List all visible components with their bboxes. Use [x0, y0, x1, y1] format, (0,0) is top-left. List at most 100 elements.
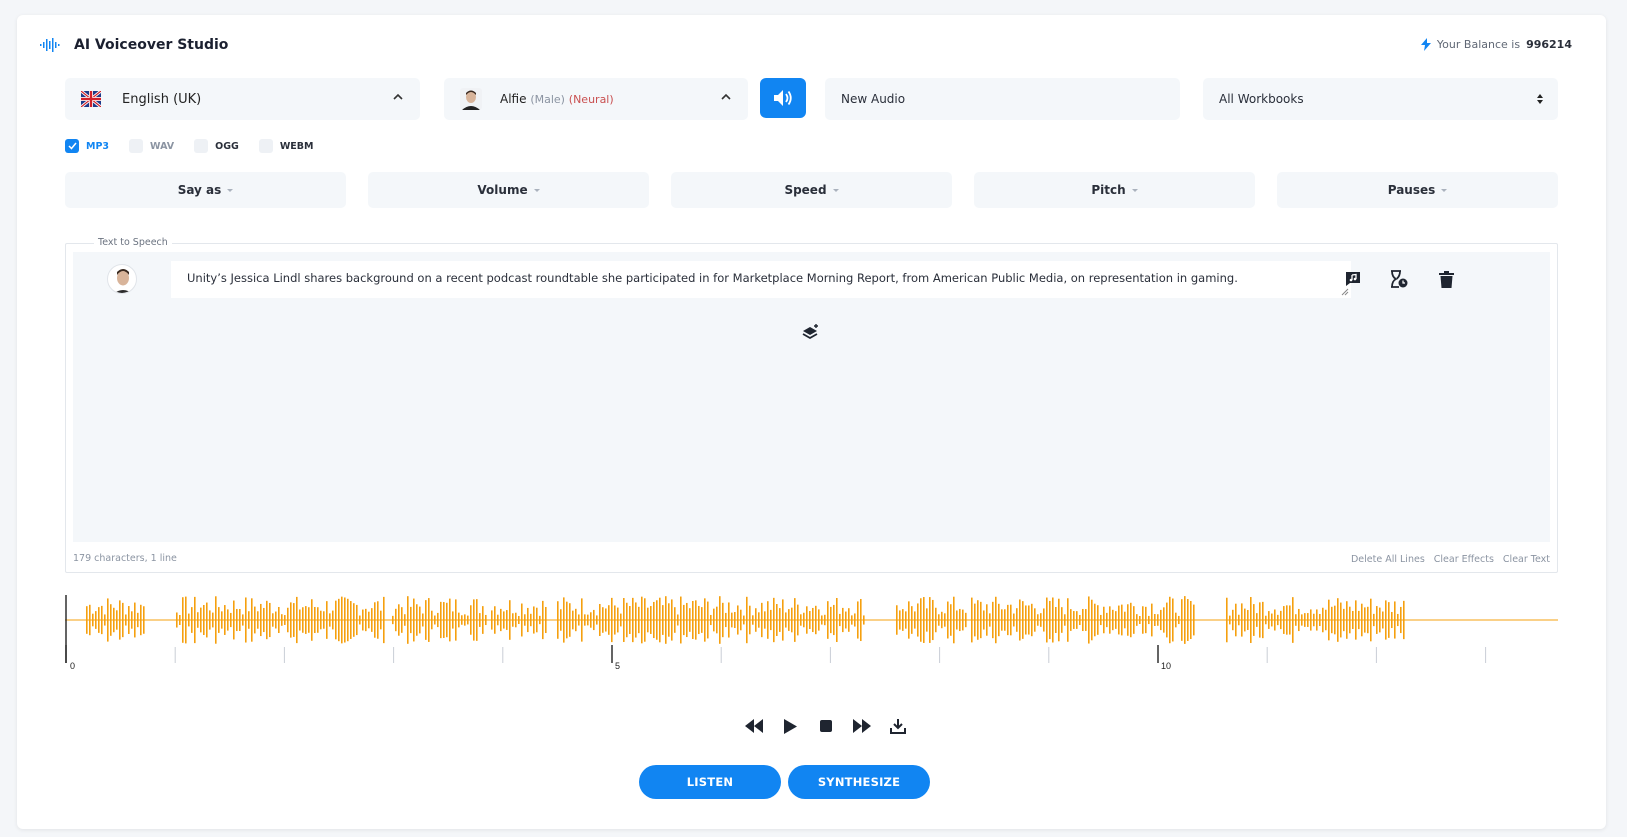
waveform-bar — [1286, 605, 1288, 635]
sound-effect-button[interactable] — [1343, 269, 1363, 289]
waveform-bar — [1358, 610, 1360, 630]
synthesize-button[interactable]: SYNTHESIZE — [788, 765, 930, 799]
voice-avatar — [460, 88, 482, 110]
download-button[interactable] — [887, 715, 909, 737]
waveform-bar — [626, 602, 628, 638]
format-label: OGG — [215, 140, 239, 152]
waveform-bar — [842, 607, 844, 633]
stop-button[interactable] — [815, 715, 837, 737]
caret-down-icon — [1441, 188, 1448, 192]
waveform-bar — [341, 596, 343, 644]
balance-label: Your Balance is — [1436, 38, 1521, 51]
effect-label: Volume — [477, 183, 528, 197]
rewind-button[interactable] — [743, 715, 765, 737]
format-mp3[interactable]: MP3 — [65, 139, 109, 153]
waveform-bar — [206, 602, 208, 638]
waveform-bar — [1187, 599, 1189, 641]
voice-select[interactable]: Alfie (Male) (Neural) — [444, 78, 748, 120]
line-text-input[interactable]: Unity’s Jessica Lindl shares background … — [171, 261, 1351, 298]
waveform-bar — [362, 609, 364, 631]
app-title: AI Voiceover Studio — [74, 37, 229, 53]
waveform-bar — [422, 613, 424, 627]
waveform-bar — [857, 601, 859, 639]
balance-display: Your Balance is 996214 — [1420, 38, 1572, 51]
line-text-value: Unity’s Jessica Lindl shares background … — [187, 271, 1238, 285]
delete-all-lines-link[interactable]: Delete All Lines — [1351, 554, 1425, 565]
waveform-bar — [368, 611, 370, 629]
waveform-bar — [143, 606, 145, 634]
waveform-bar — [245, 597, 247, 643]
speed-dropdown[interactable]: Speed — [671, 172, 952, 208]
waveform-bar — [755, 608, 757, 632]
pauses-dropdown[interactable]: Pauses — [1277, 172, 1558, 208]
waveform-bar — [515, 612, 517, 628]
waveform-bar — [638, 606, 640, 634]
waveform-bar — [1172, 598, 1174, 642]
format-label: WEBM — [279, 140, 314, 152]
waveform-bar — [269, 602, 271, 638]
voice-label: Alfie (Male) (Neural) — [500, 92, 614, 106]
waveform-bar — [698, 605, 700, 635]
waveform-bar — [926, 608, 928, 632]
waveform-bar — [179, 614, 181, 626]
waveform-bar — [1175, 612, 1177, 628]
clear-text-link[interactable]: Clear Text — [1503, 554, 1550, 565]
checkbox-checked[interactable] — [65, 139, 79, 153]
checkbox[interactable] — [129, 139, 144, 153]
checkbox[interactable] — [258, 139, 273, 153]
waveform-bar — [398, 604, 400, 636]
format-wav[interactable]: WAV — [129, 139, 174, 153]
waveform-bar — [974, 603, 976, 637]
say-as-dropdown[interactable]: Say as — [65, 172, 346, 208]
waveform-bar — [344, 597, 346, 643]
waveform-bar — [1403, 600, 1405, 640]
waveform-bar — [101, 605, 103, 635]
waveform-bar — [1340, 602, 1342, 638]
listen-button[interactable]: LISTEN — [639, 765, 781, 799]
resize-handle-icon[interactable] — [1341, 288, 1349, 296]
pause-timer-button[interactable] — [1389, 269, 1409, 289]
waveform-bar — [839, 613, 841, 627]
waveform-bar — [200, 607, 202, 633]
waveform-bar — [260, 603, 262, 637]
waveform-bar — [593, 609, 595, 631]
pitch-dropdown[interactable]: Pitch — [974, 172, 1255, 208]
clear-effects-link[interactable]: Clear Effects — [1434, 554, 1494, 565]
waveform-bar — [620, 613, 622, 627]
waveform-bar — [1043, 608, 1045, 632]
waveform-bar — [1010, 604, 1012, 636]
delete-line-button[interactable] — [1436, 269, 1456, 289]
trash-icon — [1438, 270, 1454, 288]
waveform-bar — [1064, 614, 1066, 626]
language-select[interactable]: English (UK) — [65, 78, 420, 120]
waveform-bar — [185, 596, 187, 644]
format-webm[interactable]: WEBM — [258, 139, 314, 153]
waveform-bar — [824, 614, 826, 626]
audio-name-input[interactable]: New Audio — [825, 78, 1180, 120]
waveform-bar — [662, 605, 664, 635]
audio-waveform[interactable]: 0 5 10 — [65, 593, 1558, 673]
waveform-bar — [740, 609, 742, 631]
waveform-bar — [896, 605, 898, 635]
line-voice-avatar[interactable] — [107, 264, 137, 294]
format-ogg[interactable]: OGG — [194, 139, 239, 153]
volume-dropdown[interactable]: Volume — [368, 172, 649, 208]
checkbox[interactable] — [194, 139, 209, 153]
waveform-bar — [1118, 605, 1120, 635]
waveform-bar — [752, 615, 754, 625]
waveform-bar — [563, 597, 565, 643]
waveform-bar — [1193, 604, 1195, 636]
play-button[interactable] — [779, 715, 801, 737]
waveform-bar — [731, 612, 733, 628]
preview-voice-button[interactable] — [760, 78, 806, 118]
workbook-select[interactable]: All Workbooks — [1203, 78, 1558, 120]
waveform-bar — [1049, 600, 1051, 640]
waveform-bar — [743, 615, 745, 625]
waveform-bar — [989, 613, 991, 627]
waveform-bar — [128, 606, 130, 634]
waveform-bar — [632, 597, 634, 643]
add-layer-icon[interactable] — [800, 323, 820, 343]
fast-forward-button[interactable] — [851, 715, 873, 737]
waveform-bar — [1235, 603, 1237, 637]
waveform-bar — [1127, 604, 1129, 636]
